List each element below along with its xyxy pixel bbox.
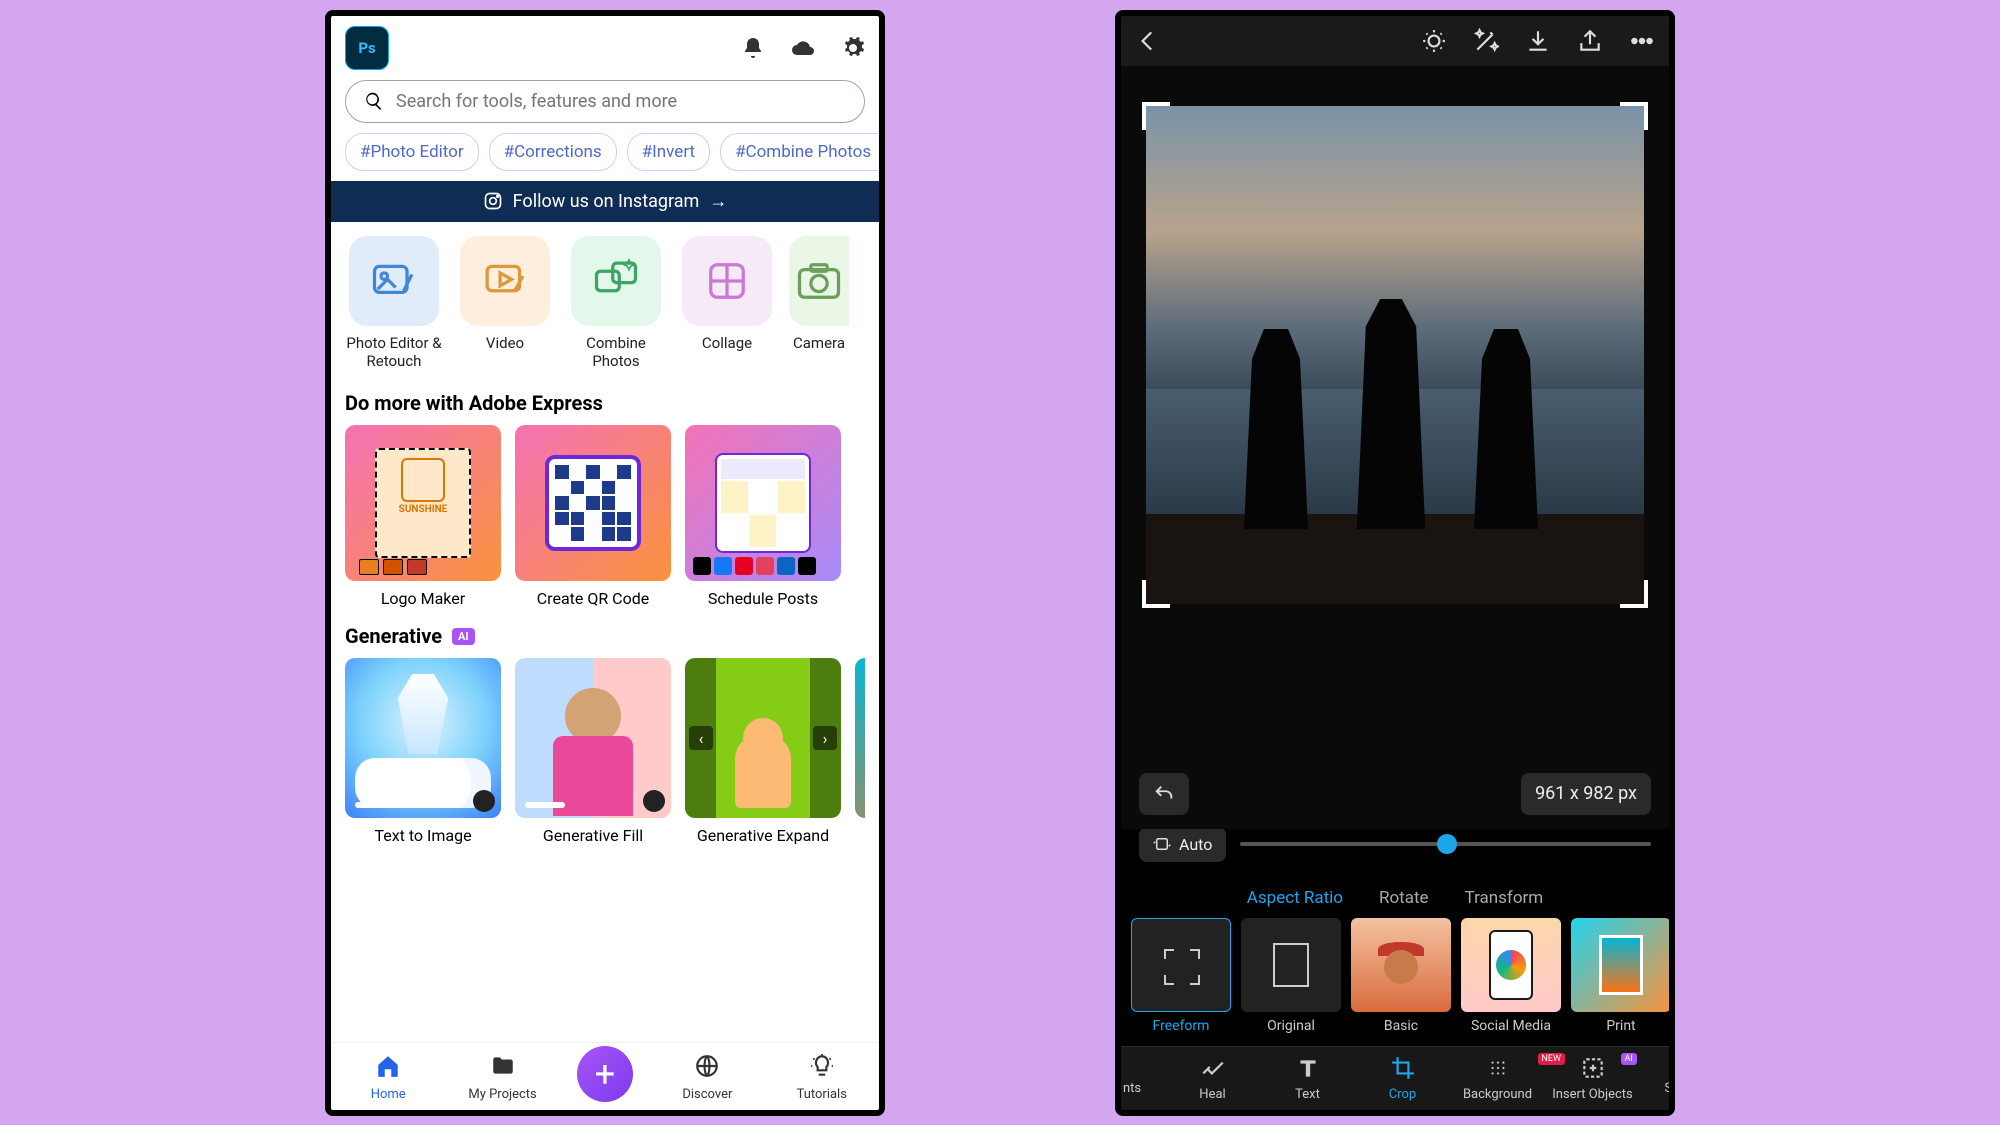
tool-combine[interactable]: Combine Photos [567,236,665,372]
tool-camera[interactable]: Camera [789,236,849,372]
tool-photo-editor[interactable]: Photo Editor & Retouch [345,236,443,372]
folder-icon [490,1053,516,1079]
card-schedule-posts[interactable]: Schedule Posts [685,425,841,608]
top-actions [741,36,865,60]
card-logo-maker[interactable]: SUNSHINE Logo Maker [345,425,501,608]
chip-photo-editor[interactable]: #Photo Editor [345,133,479,171]
tool-cut-partial-right[interactable]: Sw [1640,1055,1675,1102]
chevron-right-icon: › [813,726,837,750]
background-icon [1485,1055,1511,1081]
bottom-nav: Home My Projects + Discover Tutorials [331,1042,879,1110]
photoshop-express-home: Ps #Photo Editor #Corrections #Invert #C… [325,10,885,1116]
slider-thumb[interactable] [1437,834,1457,854]
ai-badge-small: AI [1621,1053,1637,1065]
ai-badge: AI [452,628,475,645]
tool-collage[interactable]: Collage [678,236,776,372]
fab-add[interactable]: + [577,1046,633,1102]
crop-handle-br[interactable] [1620,580,1648,608]
wand-icon[interactable] [1473,28,1499,54]
tool-insert-objects[interactable]: AI Insert Objects [1545,1055,1640,1102]
ratio-basic[interactable]: Basic [1351,918,1451,1034]
tool-video[interactable]: Video [456,236,554,372]
generative-row: Text to Image Generative Fill ‹› Generat… [331,658,879,845]
chip-invert[interactable]: #Invert [627,133,710,171]
chevron-left-icon: ‹ [689,726,713,750]
photo-preview[interactable] [1146,106,1644,604]
undo-dimensions-row: 961 x 982 px [1121,773,1669,815]
cloud-icon[interactable] [791,36,815,60]
ratio-social[interactable]: Social Media [1461,918,1561,1034]
instagram-banner[interactable]: Follow us on Instagram → [331,181,879,222]
crop-handle-tr[interactable] [1620,102,1648,130]
tool-cut-partial[interactable]: nts [1121,1055,1165,1102]
card-partial[interactable] [855,658,865,845]
express-row: SUNSHINE Logo Maker Create QR Code Sched… [331,425,879,608]
tool-background[interactable]: NEW Background [1450,1055,1545,1102]
dimensions-readout: 961 x 982 px [1521,773,1651,815]
idea-icon[interactable] [1421,28,1447,54]
more-icon[interactable] [1629,28,1655,54]
tool-heal[interactable]: Heal [1165,1055,1260,1102]
top-bar: Ps [331,16,879,76]
undo-button[interactable] [1139,773,1189,815]
nav-projects[interactable]: My Projects [463,1053,543,1102]
ratio-freeform[interactable]: Freeform [1131,918,1231,1034]
tool-row: Photo Editor & Retouch Video Combine Pho… [331,222,879,376]
globe-icon [694,1053,720,1079]
canvas[interactable] [1121,66,1669,829]
insert-icon [1580,1055,1606,1081]
nav-home[interactable]: Home [348,1053,428,1102]
card-generative-fill[interactable]: Generative Fill [515,658,671,845]
card-generative-expand[interactable]: ‹› Generative Expand [685,658,841,845]
tag-chips: #Photo Editor #Corrections #Invert #Comb… [331,133,879,181]
tool-crop[interactable]: Crop [1355,1055,1450,1102]
crop-handle-tl[interactable] [1142,102,1170,130]
tab-aspect-ratio[interactable]: Aspect Ratio [1247,888,1343,908]
instagram-text: Follow us on Instagram [513,191,700,212]
generative-header: Generative AI [331,608,879,658]
nav-discover[interactable]: Discover [667,1053,747,1102]
tool-text[interactable]: Text [1260,1055,1355,1102]
arrow-right-icon: → [709,191,727,212]
bell-icon[interactable] [741,36,765,60]
auto-button[interactable]: Auto [1139,827,1226,862]
share-icon[interactable] [1577,28,1603,54]
chip-corrections[interactable]: #Corrections [489,133,617,171]
chip-combine[interactable]: #Combine Photos [720,133,879,171]
auto-icon [1153,835,1171,853]
photo-editor-crop: 961 x 982 px Auto Aspect Ratio Rotate Tr… [1115,10,1675,1116]
crop-handle-bl[interactable] [1142,580,1170,608]
plus-icon: + [595,1053,615,1095]
back-icon[interactable] [1135,28,1161,54]
nav-tutorials[interactable]: Tutorials [782,1053,862,1102]
home-icon [375,1053,401,1079]
download-icon[interactable] [1525,28,1551,54]
express-title: Do more with Adobe Express [331,375,879,425]
lightbulb-icon [809,1053,835,1079]
search-bar[interactable] [345,80,865,123]
bottom-tools: nts Heal Text Crop NEW Background AI Ins… [1121,1046,1669,1110]
tab-transform[interactable]: Transform [1465,888,1544,908]
aspect-ratios: Freeform Original Basic Social Media Pri… [1121,918,1669,1046]
instagram-icon [483,191,503,211]
card-qr-code[interactable]: Create QR Code [515,425,671,608]
editor-top-bar [1121,16,1669,66]
heal-icon [1200,1055,1226,1081]
text-icon [1295,1055,1321,1081]
crop-icon [1390,1055,1416,1081]
gear-icon[interactable] [841,36,865,60]
generative-title: Generative [345,624,442,648]
card-text-to-image[interactable]: Text to Image [345,658,501,845]
ratio-print[interactable]: Print [1571,918,1669,1034]
tab-rotate[interactable]: Rotate [1379,888,1429,908]
straighten-slider[interactable] [1240,842,1651,846]
search-input[interactable] [396,91,846,112]
search-icon [364,91,384,111]
ps-logo[interactable]: Ps [345,26,389,70]
crop-tabs: Aspect Ratio Rotate Transform [1121,874,1669,918]
ratio-original[interactable]: Original [1241,918,1341,1034]
